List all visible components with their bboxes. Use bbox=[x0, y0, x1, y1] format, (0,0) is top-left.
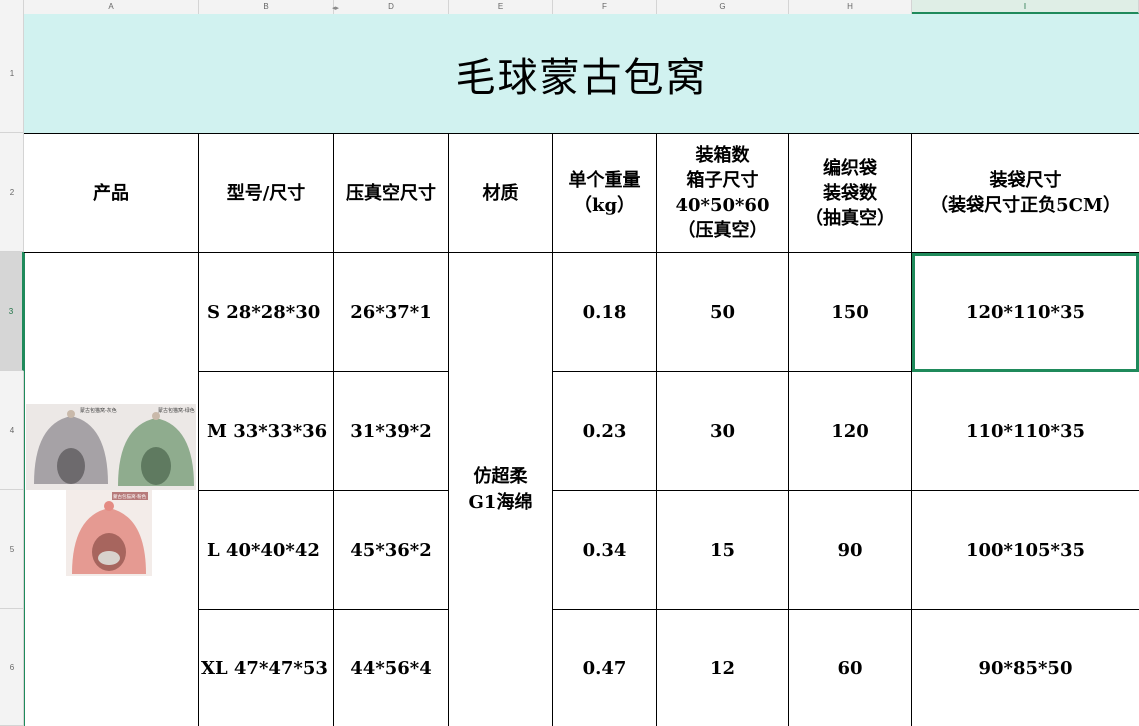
product-image-label-green: 蒙古包猫窝-绿色 bbox=[158, 407, 195, 414]
model-size-cell[interactable]: XL 47*47*53 bbox=[199, 610, 334, 726]
woven-bag-qty-cell[interactable]: 90 bbox=[789, 491, 912, 610]
model-size-cell[interactable]: M 33*33*36 bbox=[199, 372, 334, 491]
sheet-title-cell[interactable]: 毛球蒙古包窝 bbox=[24, 14, 1139, 134]
bag-size-cell[interactable]: 100*105*35 bbox=[912, 491, 1139, 610]
row-header-2[interactable]: 2 bbox=[0, 133, 24, 252]
carton-qty-cell[interactable]: 15 bbox=[657, 491, 789, 610]
hidden-column-marker-icon[interactable]: ◂▸ bbox=[332, 4, 339, 12]
column-header-g[interactable]: G bbox=[657, 0, 789, 14]
unit-weight-cell[interactable]: 0.47 bbox=[553, 610, 657, 726]
model-size-cell[interactable]: S 28*28*30 bbox=[199, 253, 334, 372]
carton-qty-cell[interactable]: 12 bbox=[657, 610, 789, 726]
grey-green-cat-house-photo: 蒙古包猫窝-灰色 蒙古包猫窝-绿色 bbox=[26, 404, 196, 490]
column-header-h[interactable]: H bbox=[789, 0, 912, 14]
product-image-cell[interactable]: 蒙古包猫窝-灰色 蒙古包猫窝-绿色 蒙古包猫窝-粉色 bbox=[24, 253, 199, 726]
carton-qty-cell[interactable]: 30 bbox=[657, 372, 789, 491]
row-header-6[interactable]: 6 bbox=[0, 609, 24, 726]
bag-size-cell[interactable]: 90*85*50 bbox=[912, 610, 1139, 726]
column-header-i[interactable]: I bbox=[912, 0, 1139, 14]
product-image-label-pink: 蒙古包猫窝-粉色 bbox=[113, 493, 147, 500]
column-header-f[interactable]: F bbox=[553, 0, 657, 14]
unit-weight-cell[interactable]: 0.23 bbox=[553, 372, 657, 491]
row-header-bar: 1 2 3 4 5 6 bbox=[0, 14, 24, 726]
header-material[interactable]: 材质 bbox=[449, 134, 553, 253]
row-header-3[interactable]: 3 bbox=[0, 252, 24, 371]
column-header-a[interactable]: A bbox=[24, 0, 199, 14]
vacuum-size-cell[interactable]: 44*56*4 bbox=[334, 610, 449, 726]
row-header-5[interactable]: 5 bbox=[0, 490, 24, 609]
column-header-b[interactable]: B bbox=[199, 0, 334, 14]
model-size-cell[interactable]: L 40*40*42 bbox=[199, 491, 334, 610]
header-vacuum-size[interactable]: 压真空尺寸 bbox=[334, 134, 449, 253]
column-header-e[interactable]: E bbox=[449, 0, 553, 14]
header-product[interactable]: 产品 bbox=[24, 134, 199, 253]
header-model-size[interactable]: 型号/尺寸 bbox=[199, 134, 334, 253]
row-header-1[interactable]: 1 bbox=[0, 14, 24, 133]
header-unit-weight[interactable]: 单个重量 （kg） bbox=[553, 134, 657, 253]
select-all-corner[interactable] bbox=[0, 0, 24, 14]
woven-bag-qty-cell[interactable]: 120 bbox=[789, 372, 912, 491]
unit-weight-cell[interactable]: 0.34 bbox=[553, 491, 657, 610]
product-image-label-grey: 蒙古包猫窝-灰色 bbox=[80, 407, 117, 414]
unit-weight-cell[interactable]: 0.18 bbox=[553, 253, 657, 372]
pink-cat-house-photo: 蒙古包猫窝-粉色 bbox=[66, 490, 152, 576]
bag-size-cell-selected[interactable]: 120*110*35 bbox=[912, 253, 1139, 372]
row-header-4[interactable]: 4 bbox=[0, 371, 24, 490]
header-woven-bag-qty[interactable]: 编织袋 装袋数 （抽真空） bbox=[789, 134, 912, 253]
carton-qty-cell[interactable]: 50 bbox=[657, 253, 789, 372]
woven-bag-qty-cell[interactable]: 60 bbox=[789, 610, 912, 726]
bag-size-cell[interactable]: 110*110*35 bbox=[912, 372, 1139, 491]
vacuum-size-cell[interactable]: 26*37*1 bbox=[334, 253, 449, 372]
column-header-bar: A B D E F G H I ◂▸ bbox=[0, 0, 1139, 15]
column-header-d[interactable]: D bbox=[334, 0, 449, 14]
woven-bag-qty-cell[interactable]: 150 bbox=[789, 253, 912, 372]
header-carton-qty[interactable]: 装箱数 箱子尺寸 40*50*60 （压真空） bbox=[657, 134, 789, 253]
header-bag-size[interactable]: 装袋尺寸 （装袋尺寸正负5CM） bbox=[912, 134, 1139, 253]
material-cell[interactable]: 仿超柔 G1海绵 bbox=[449, 253, 553, 726]
vacuum-size-cell[interactable]: 31*39*2 bbox=[334, 372, 449, 491]
vacuum-size-cell[interactable]: 45*36*2 bbox=[334, 491, 449, 610]
